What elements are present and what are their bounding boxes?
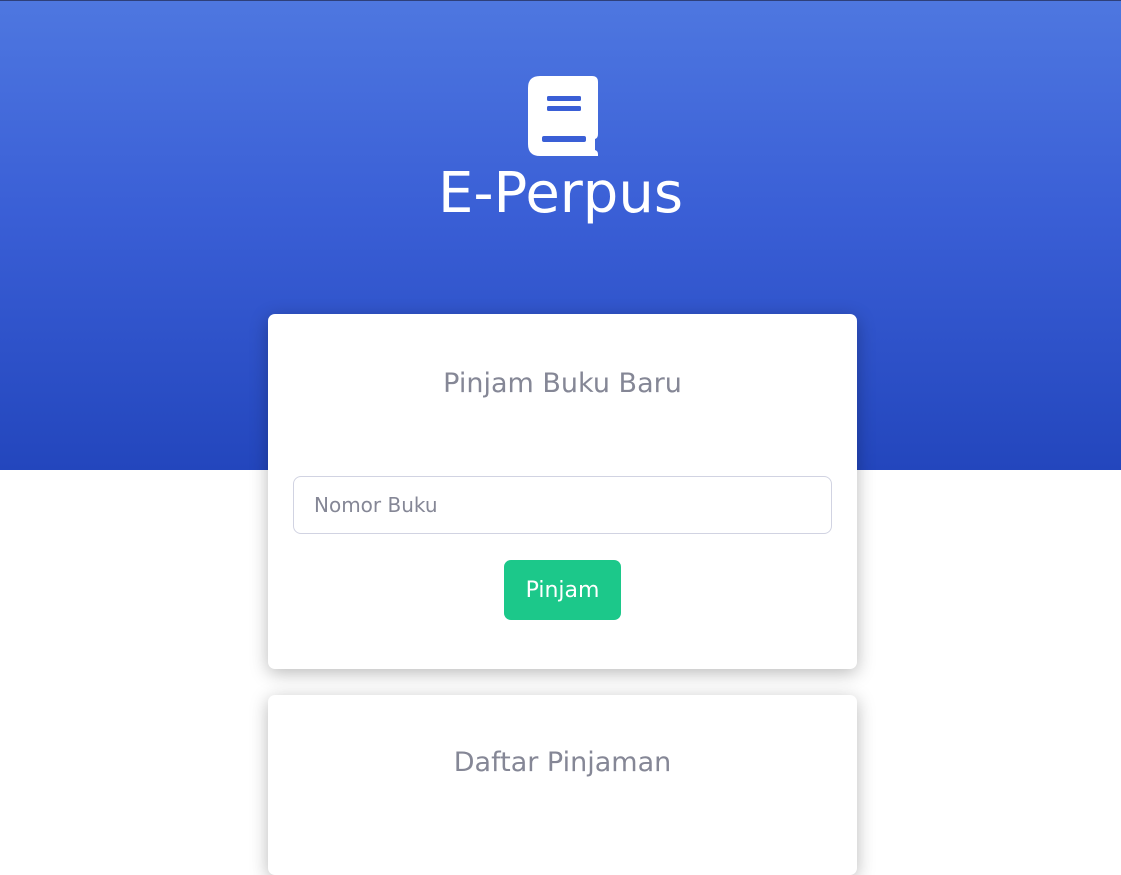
loans-card-title: Daftar Pinjaman <box>453 747 672 778</box>
book-number-input[interactable] <box>293 476 832 534</box>
app-title: E-Perpus <box>437 161 684 226</box>
book-icon <box>528 76 598 156</box>
loans-list-card: Daftar Pinjaman <box>268 695 857 875</box>
borrow-book-card: Pinjam Buku Baru Pinjam <box>268 314 857 669</box>
borrow-button[interactable]: Pinjam <box>504 560 621 620</box>
borrow-card-title: Pinjam Buku Baru <box>443 368 682 399</box>
